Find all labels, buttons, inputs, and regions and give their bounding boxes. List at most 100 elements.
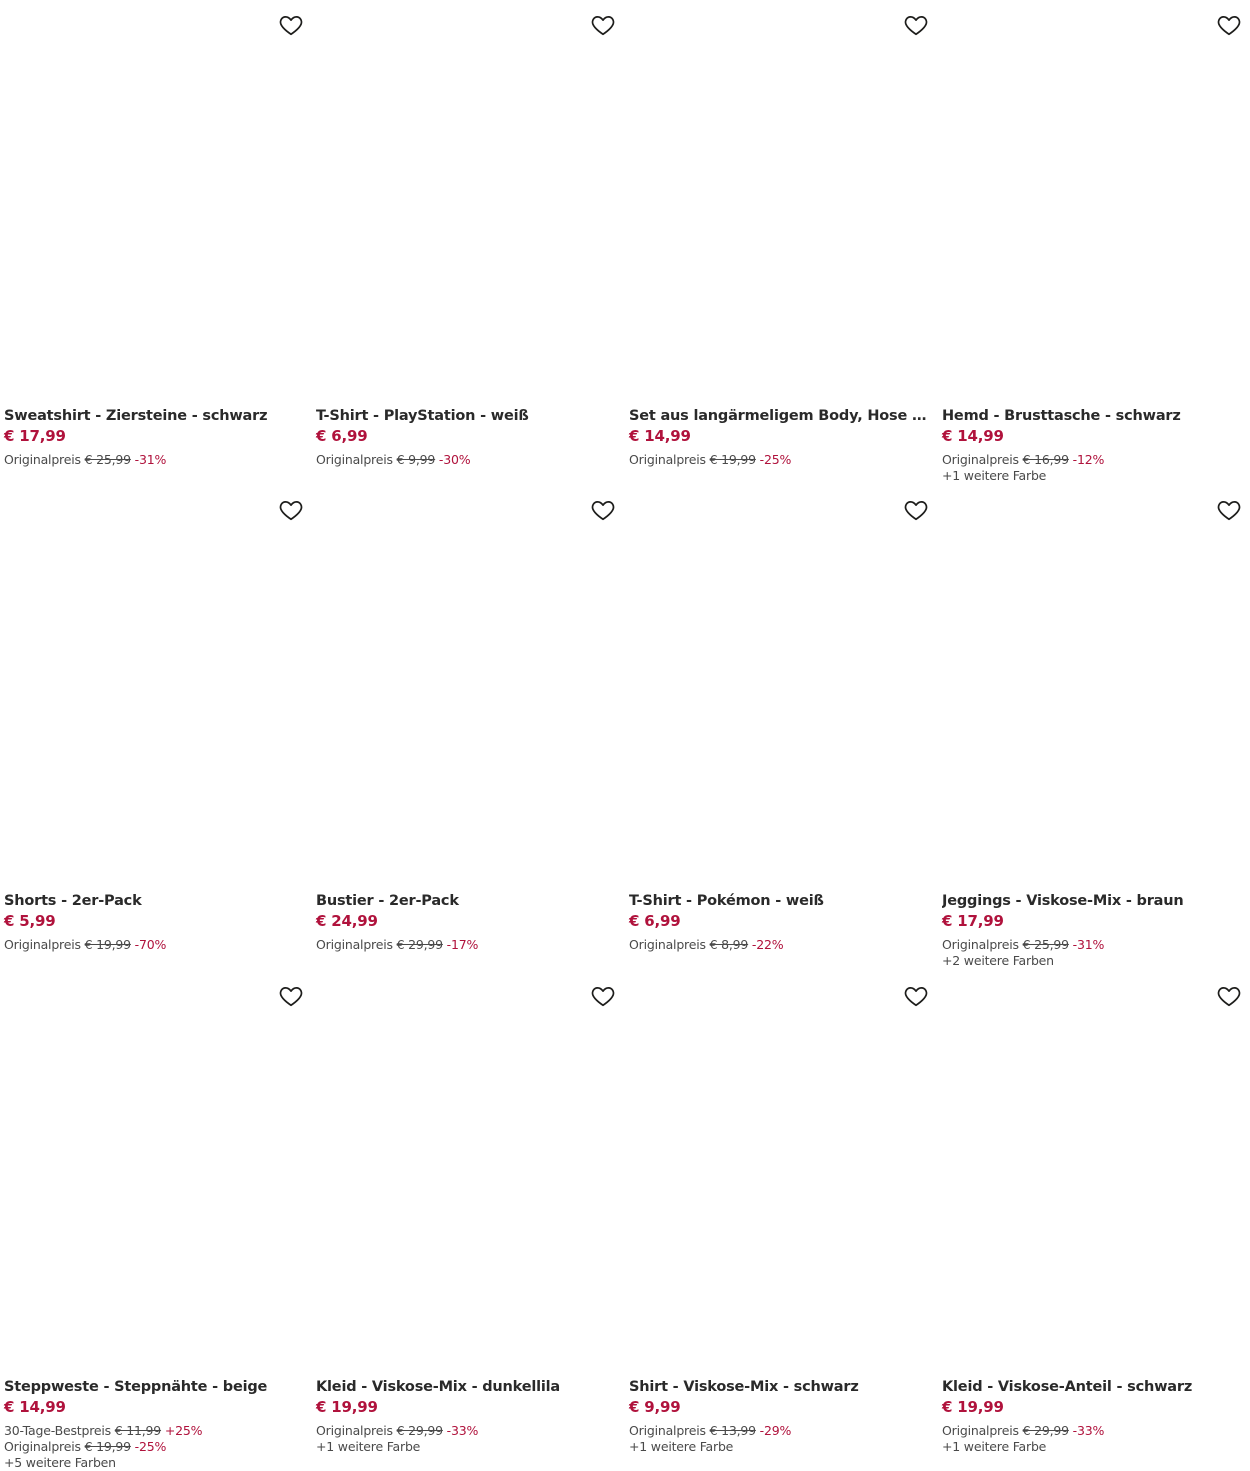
product-card[interactable]: Set aus langärmeligem Body, Hose und Müt… — [629, 0, 929, 485]
product-price-details: Originalpreis € 19,99 -25% — [629, 452, 791, 468]
product-title[interactable]: T-Shirt - PlayStation - weiß — [316, 408, 616, 424]
product-price: € 14,99 — [942, 427, 1004, 445]
product-image[interactable] — [316, 971, 616, 1371]
product-price: € 6,99 — [316, 427, 368, 445]
product-title[interactable]: Kleid - Viskose-Mix - dunkellila — [316, 1379, 616, 1395]
product-price: € 5,99 — [4, 912, 56, 930]
price-label: Originalpreis — [629, 452, 706, 467]
product-title[interactable]: Set aus langärmeligem Body, Hose und Müt… — [629, 408, 929, 424]
product-price-details: Originalpreis € 29,99 -17% — [316, 937, 478, 953]
old-price: € 16,99 — [1022, 452, 1070, 467]
price-label: Originalpreis — [629, 937, 706, 952]
old-price: € 19,99 — [84, 1439, 132, 1454]
discount-badge: -33% — [446, 1423, 479, 1438]
price-label: Originalpreis — [942, 937, 1019, 952]
heart-outline-icon[interactable] — [278, 12, 304, 38]
price-line: Originalpreis € 8,99 -22% — [629, 937, 784, 953]
discount-badge: -33% — [1072, 1423, 1105, 1438]
product-card[interactable]: T-Shirt - PlayStation - weiß € 6,99 Orig… — [316, 0, 616, 485]
product-card[interactable]: Kleid - Viskose-Anteil - schwarz € 19,99… — [942, 971, 1242, 1456]
price-label: Originalpreis — [629, 1423, 706, 1438]
product-price-details: Originalpreis € 16,99 -12% +1 weitere Far… — [942, 452, 1104, 484]
discount-badge: -17% — [446, 937, 479, 952]
product-image[interactable] — [942, 971, 1242, 1371]
product-price: € 14,99 — [629, 427, 691, 445]
heart-outline-icon[interactable] — [1216, 983, 1242, 1009]
price-label: Originalpreis — [4, 452, 81, 467]
product-price-details: Originalpreis € 29,99 -33% +1 weitere Far… — [942, 1423, 1104, 1455]
price-line: Originalpreis € 13,99 -29% — [629, 1423, 791, 1439]
product-title[interactable]: Steppweste - Steppnähte - beige — [4, 1379, 304, 1395]
heart-outline-icon[interactable] — [590, 983, 616, 1009]
heart-outline-icon[interactable] — [590, 12, 616, 38]
product-image[interactable] — [629, 485, 929, 885]
more-colors-link[interactable]: +1 weitere Farbe — [629, 1439, 791, 1455]
product-title[interactable]: Bustier - 2er-Pack — [316, 893, 616, 909]
product-card[interactable]: Jeggings - Viskose-Mix - braun € 17,99 O… — [942, 485, 1242, 970]
product-card[interactable]: Bustier - 2er-Pack € 24,99 Originalpreis… — [316, 485, 616, 970]
product-title[interactable]: Kleid - Viskose-Anteil - schwarz — [942, 1379, 1242, 1395]
heart-outline-icon[interactable] — [903, 983, 929, 1009]
more-colors-link[interactable]: +2 weitere Farben — [942, 953, 1104, 969]
product-card[interactable]: Sweatshirt - Ziersteine - schwarz € 17,9… — [4, 0, 304, 485]
product-price-details: Originalpreis € 29,99 -33% +1 weitere Far… — [316, 1423, 478, 1455]
product-card[interactable]: Steppweste - Steppnähte - beige € 14,99 … — [4, 971, 304, 1470]
product-price: € 6,99 — [629, 912, 681, 930]
heart-outline-icon[interactable] — [903, 497, 929, 523]
discount-badge: -29% — [759, 1423, 792, 1438]
product-card[interactable]: Shirt - Viskose-Mix - schwarz € 9,99 Ori… — [629, 971, 929, 1456]
product-image[interactable] — [4, 485, 304, 885]
price-label: Originalpreis — [316, 1423, 393, 1438]
product-image[interactable] — [316, 0, 616, 400]
more-colors-link[interactable]: +5 weitere Farben — [4, 1455, 202, 1471]
product-card[interactable]: Hemd - Brusttasche - schwarz € 14,99 Ori… — [942, 0, 1242, 485]
product-price: € 19,99 — [316, 1398, 378, 1416]
old-price: € 19,99 — [709, 452, 757, 467]
more-colors-link[interactable]: +1 weitere Farbe — [942, 1439, 1104, 1455]
price-line: Originalpreis € 29,99 -33% — [942, 1423, 1104, 1439]
heart-outline-icon[interactable] — [278, 983, 304, 1009]
product-price-details: 30-Tage-Bestpreis € 11,99 +25% Originalpr… — [4, 1423, 202, 1471]
product-price-details: Originalpreis € 8,99 -22% — [629, 937, 784, 953]
heart-outline-icon[interactable] — [1216, 497, 1242, 523]
price-label: Originalpreis — [942, 452, 1019, 467]
old-price: € 29,99 — [396, 937, 444, 952]
more-colors-link[interactable]: +1 weitere Farbe — [316, 1439, 478, 1455]
product-image[interactable] — [4, 971, 304, 1371]
product-image[interactable] — [942, 0, 1242, 400]
product-image[interactable] — [629, 0, 929, 400]
product-title[interactable]: Hemd - Brusttasche - schwarz — [942, 408, 1242, 424]
price-line: Originalpreis € 9,99 -30% — [316, 452, 471, 468]
product-card[interactable]: T-Shirt - Pokémon - weiß € 6,99 Original… — [629, 485, 929, 970]
price-line: Originalpreis € 19,99 -25% — [629, 452, 791, 468]
product-title[interactable]: Jeggings - Viskose-Mix - braun — [942, 893, 1242, 909]
product-image[interactable] — [4, 0, 304, 400]
more-colors-link[interactable]: +1 weitere Farbe — [942, 468, 1104, 484]
old-price: € 11,99 — [114, 1423, 162, 1438]
product-price-details: Originalpreis € 19,99 -70% — [4, 937, 166, 953]
product-title[interactable]: Shirt - Viskose-Mix - schwarz — [629, 1379, 929, 1395]
product-title[interactable]: Shorts - 2er-Pack — [4, 893, 304, 909]
price-line: Originalpreis € 29,99 -17% — [316, 937, 478, 953]
product-price: € 9,99 — [629, 1398, 681, 1416]
product-image[interactable] — [316, 485, 616, 885]
price-line: Originalpreis € 25,99 -31% — [942, 937, 1104, 953]
discount-badge: -25% — [759, 452, 792, 467]
old-price: € 25,99 — [84, 452, 132, 467]
heart-outline-icon[interactable] — [1216, 12, 1242, 38]
product-image[interactable] — [629, 971, 929, 1371]
price-label: 30-Tage-Bestpreis — [4, 1423, 111, 1438]
product-card[interactable]: Shorts - 2er-Pack € 5,99 Originalpreis €… — [4, 485, 304, 970]
product-price-details: Originalpreis € 25,99 -31% +2 weitere Far… — [942, 937, 1104, 969]
product-image[interactable] — [942, 485, 1242, 885]
heart-outline-icon[interactable] — [903, 12, 929, 38]
heart-outline-icon[interactable] — [278, 497, 304, 523]
product-title[interactable]: Sweatshirt - Ziersteine - schwarz — [4, 408, 304, 424]
product-card[interactable]: Kleid - Viskose-Mix - dunkellila € 19,99… — [316, 971, 616, 1456]
discount-badge: +25% — [164, 1423, 203, 1438]
product-price-details: Originalpreis € 9,99 -30% — [316, 452, 471, 468]
discount-badge: -31% — [134, 452, 167, 467]
product-title[interactable]: T-Shirt - Pokémon - weiß — [629, 893, 929, 909]
heart-outline-icon[interactable] — [590, 497, 616, 523]
price-label: Originalpreis — [316, 452, 393, 467]
